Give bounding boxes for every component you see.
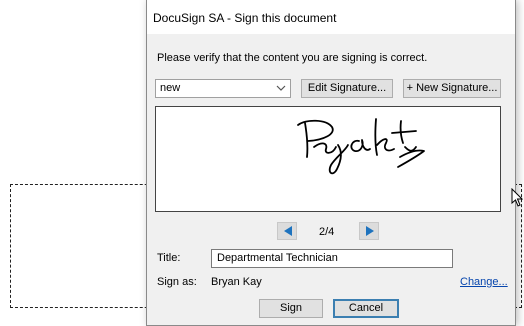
title-input[interactable]: Departmental Technician (211, 249, 453, 268)
prev-page-button[interactable] (277, 222, 297, 240)
title-label: Title: (157, 252, 181, 264)
new-signature-button[interactable]: + New Signature... (403, 79, 501, 98)
chevron-down-icon (276, 85, 286, 91)
cancel-button[interactable]: Cancel (333, 299, 399, 318)
sign-document-dialog: DocuSign SA - Sign this document Please … (146, 0, 516, 326)
next-page-button[interactable] (359, 222, 379, 240)
signature-canvas[interactable] (155, 106, 501, 212)
sign-as-label: Sign as: (157, 276, 197, 288)
arrow-right-icon (366, 226, 374, 236)
dialog-titlebar: DocuSign SA - Sign this document (147, 0, 515, 34)
sign-button[interactable]: Sign (259, 299, 323, 318)
verify-prompt: Please verify that the content you are s… (157, 52, 428, 64)
signer-name: Bryan Kay (211, 276, 262, 288)
signature-select-value: new (160, 82, 181, 94)
change-signer-link[interactable]: Change... (460, 276, 508, 288)
mouse-cursor-icon (511, 188, 523, 207)
handwritten-signature (297, 118, 425, 175)
title-input-value: Departmental Technician (217, 252, 338, 264)
signature-select[interactable]: new (155, 79, 291, 98)
dialog-title: DocuSign SA - Sign this document (153, 11, 337, 25)
page-indicator: 2/4 (319, 226, 335, 238)
edit-signature-button[interactable]: Edit Signature... (301, 79, 393, 98)
arrow-left-icon (284, 226, 292, 236)
